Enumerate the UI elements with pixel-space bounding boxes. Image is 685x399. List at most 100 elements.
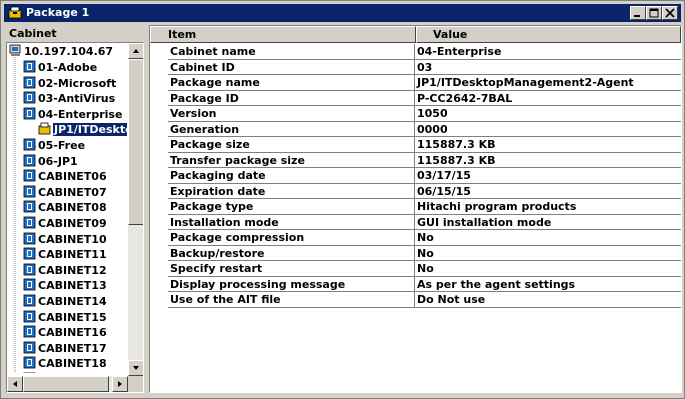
property-name: Installation mode <box>170 215 279 229</box>
tree-horizontal-scrollbar[interactable] <box>7 376 128 392</box>
hscroll-thumb[interactable] <box>23 376 109 392</box>
tree-item-label: 05-Free <box>38 139 86 152</box>
tree-vertical-scrollbar[interactable] <box>128 43 143 376</box>
property-name: Package compression <box>170 231 305 244</box>
property-value: 03 <box>417 60 433 74</box>
scroll-right-button[interactable] <box>112 376 128 392</box>
property-value: As per the agent settings <box>417 277 576 291</box>
tree-item-label: CABINET09 <box>38 217 107 230</box>
tree-item-cabinet[interactable]: 02-Microsoft <box>23 76 116 92</box>
property-value: Hitachi program products <box>417 200 577 213</box>
tree-item-label: CABINET06 <box>38 170 107 184</box>
cabinet-icon <box>23 169 36 182</box>
cabinet-icon <box>23 138 36 151</box>
property-value: No <box>417 262 434 275</box>
package-icon <box>38 122 51 135</box>
cabinet-icon <box>23 356 36 369</box>
cabinet-tree[interactable]: 10.197.104.67 01-Adobe 02-Microsoft 03-Ant… <box>6 42 144 393</box>
tree-item-label: CABINET08 <box>38 201 107 215</box>
package-details-list[interactable]: Item Value Cabinet name 04-Enterprise Cabi… <box>149 25 682 393</box>
tree-item-cabinet[interactable]: CABINET12 <box>23 263 107 279</box>
column-header-value[interactable]: Value <box>416 26 681 43</box>
tree-item-cabinet[interactable]: CABINET09 <box>23 216 107 232</box>
list-item[interactable]: Generation 0000 <box>150 122 681 138</box>
tree-item-cabinet[interactable]: 04-Enterprise <box>23 107 122 123</box>
tree-item-cabinet[interactable]: CABINET14 <box>23 294 107 310</box>
property-name: Cabinet name <box>170 45 256 58</box>
cabinet-icon <box>23 107 36 120</box>
tree-item-label: CABINET11 <box>38 248 107 262</box>
property-name: Package size <box>170 138 250 151</box>
list-item[interactable]: Expiration date 06/15/15 <box>150 184 681 200</box>
tree-item-cabinet[interactable]: CABINET18 <box>23 356 107 372</box>
tree-item-cabinet[interactable]: CABINET17 <box>23 341 107 357</box>
property-name: Version <box>170 107 217 120</box>
cabinet-icon <box>23 278 36 291</box>
list-item[interactable]: Backup/restore No <box>150 246 681 262</box>
computer-icon <box>9 44 21 56</box>
tree-item-cabinet[interactable]: 06-JP1 <box>23 154 78 170</box>
tree-item-cabinet[interactable]: CABINET10 <box>23 232 107 248</box>
list-item[interactable]: Installation mode GUI installation mode <box>150 215 681 231</box>
list-item[interactable]: Cabinet ID 03 <box>150 60 681 76</box>
tree-item-label: CABINET15 <box>38 310 107 324</box>
list-item[interactable]: Package ID P-CC2642-7BAL <box>150 91 681 107</box>
maximize-button[interactable] <box>646 6 662 20</box>
list-item[interactable]: Use of the AIT file Do Not use <box>150 292 681 308</box>
tree-item-cabinet[interactable]: CABINET15 <box>23 310 107 326</box>
list-item[interactable]: Cabinet name 04-Enterprise <box>150 44 681 60</box>
list-item[interactable]: Transfer package size 115887.3 KB <box>150 153 681 169</box>
minimize-icon <box>634 15 640 17</box>
title-bar[interactable]: Package 1 <box>4 4 681 22</box>
property-value: 1050 <box>417 107 448 120</box>
tree-item-cabinet[interactable]: CABINET19 <box>23 372 107 373</box>
property-value: 0000 <box>417 122 448 136</box>
minimize-button[interactable] <box>630 6 646 20</box>
list-item[interactable]: Package name JP1/ITDesktopManagement2-Age… <box>150 75 681 91</box>
scroll-thumb[interactable] <box>128 59 143 225</box>
cabinet-icon <box>23 310 36 322</box>
property-value: 115887.3 KB <box>417 138 496 151</box>
property-name: Expiration date <box>170 184 266 198</box>
tree-item-label: JP1/ITDesktopManagement2-Agent <box>53 123 127 137</box>
tree-item-label: CABINET18 <box>38 357 107 371</box>
scroll-up-button[interactable] <box>128 43 143 59</box>
list-item[interactable]: Packaging date 03/17/15 <box>150 168 681 184</box>
list-item[interactable]: Package compression No <box>150 230 681 246</box>
tree-item-cabinet[interactable]: CABINET11 <box>23 247 107 263</box>
tree-item-cabinet[interactable]: CABINET16 <box>23 325 107 341</box>
tree-content: 10.197.104.67 01-Adobe 02-Microsoft 03-Ant… <box>7 43 127 373</box>
arrow-right-icon <box>118 381 122 387</box>
close-button[interactable] <box>662 6 678 20</box>
row-divider <box>168 306 681 308</box>
tree-item-cabinet[interactable]: 05-Free <box>23 138 85 154</box>
tree-item-package[interactable]: JP1/ITDesktopManagement2-Agent <box>38 122 127 138</box>
cabinet-icon <box>23 91 36 104</box>
scroll-down-button[interactable] <box>128 360 143 376</box>
list-item[interactable]: Version 1050 <box>150 106 681 122</box>
list-item[interactable]: Specify restart No <box>150 261 681 277</box>
list-item[interactable]: Display processing message As per the age… <box>150 277 681 293</box>
scroll-left-button[interactable] <box>7 376 23 392</box>
list-item[interactable]: Package size 115887.3 KB <box>150 137 681 153</box>
column-header-item[interactable]: Item <box>150 26 416 43</box>
tree-item-cabinet[interactable]: CABINET13 <box>23 278 107 294</box>
list-item[interactable]: Package type Hitachi program products <box>150 199 681 215</box>
property-name: Specify restart <box>170 262 263 275</box>
tree-root[interactable]: 10.197.104.67 <box>9 44 113 60</box>
property-name: Package type <box>170 200 254 213</box>
package-app-icon <box>8 6 22 19</box>
property-name: Generation <box>170 122 240 136</box>
tree-item-label: CABINET14 <box>38 295 107 308</box>
tree-item-cabinet[interactable]: CABINET07 <box>23 185 107 201</box>
cabinet-icon <box>23 341 36 354</box>
property-value: No <box>417 231 434 244</box>
tree-item-label: 02-Microsoft <box>38 76 117 90</box>
cabinet-tree-pane: Cabinet 10.197.104.67 01-Adobe 02-Microso… <box>6 25 144 393</box>
package-window: Package 1 Cabinet 10.197.104.67 01-Adobe… <box>0 0 685 399</box>
tree-item-cabinet[interactable]: 03-AntiVirus <box>23 91 115 107</box>
cabinet-icon <box>23 76 36 88</box>
tree-item-cabinet[interactable]: CABINET06 <box>23 169 107 185</box>
tree-item-cabinet[interactable]: CABINET08 <box>23 200 107 216</box>
tree-item-cabinet[interactable]: 01-Adobe <box>23 60 97 76</box>
